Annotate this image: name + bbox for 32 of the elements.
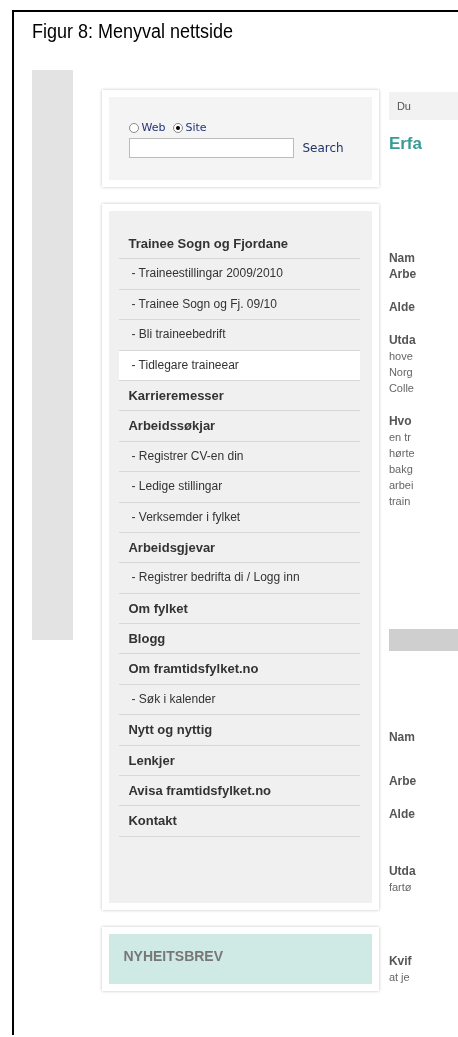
body-text: bakg: [388, 462, 414, 477]
field-label: Alde: [388, 806, 416, 822]
body-text: hørte: [388, 446, 416, 461]
section-bar: [388, 629, 458, 651]
body-text: train: [388, 494, 412, 509]
body-text: en tr: [388, 430, 412, 445]
field-label: Kvif: [388, 953, 413, 969]
field-label: Arbe: [388, 773, 418, 789]
search-button[interactable]: Search: [302, 141, 344, 155]
field-label: Hvo: [388, 413, 413, 429]
field-label: Nam: [388, 729, 416, 745]
body-text: at je: [388, 970, 411, 985]
radio-option[interactable]: Site: [173, 121, 207, 134]
newsletter-title: NYHEITSBREV: [123, 947, 225, 964]
body-text: hove: [388, 349, 414, 364]
figure-title: Figur 8: Menyval nettside: [31, 19, 235, 44]
body-text: Colle: [388, 381, 415, 396]
field-label: Arbe: [388, 266, 418, 282]
radio-icon[interactable]: [173, 122, 184, 133]
body-text: Norg: [388, 365, 414, 380]
page-heading: Erfa: [388, 134, 423, 154]
menu-item[interactable]: - Tidlegare traineear: [119, 350, 360, 381]
field-label: Utda: [388, 863, 417, 879]
breadcrumb: Du: [388, 92, 458, 120]
radio-icon[interactable]: [129, 122, 140, 133]
field-label: Utda: [388, 332, 417, 348]
body-text: fartø: [388, 880, 413, 895]
field-label: Alde: [388, 299, 416, 315]
radio-option[interactable]: Web: [129, 121, 166, 134]
body-text: arbei: [388, 478, 415, 493]
field-label: Nam: [388, 250, 416, 266]
search-field[interactable]: [129, 138, 295, 158]
